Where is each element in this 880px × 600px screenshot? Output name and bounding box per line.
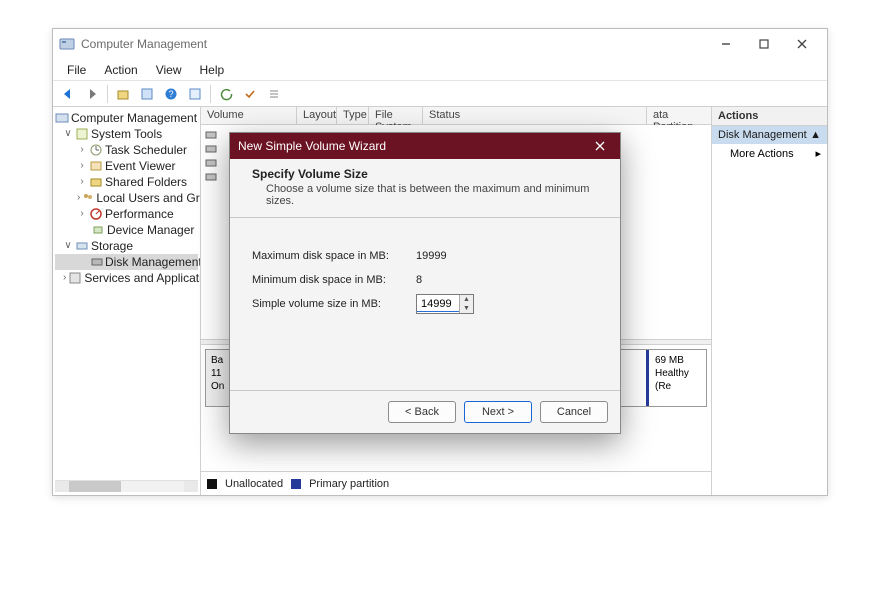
menu-view[interactable]: View (148, 61, 190, 79)
tree-disk-management[interactable]: Disk Management (55, 254, 198, 270)
menu-help[interactable]: Help (192, 61, 233, 79)
legend: Unallocated Primary partition (201, 471, 711, 495)
dialog-heading: Specify Volume Size (252, 167, 598, 181)
dialog-body: Maximum disk space in MB: 19999 Minimum … (230, 218, 620, 390)
max-space-label: Maximum disk space in MB: (252, 250, 416, 262)
back-button[interactable] (57, 83, 79, 105)
list-button[interactable] (263, 83, 285, 105)
tree-storage[interactable]: ∨ Storage (55, 238, 198, 254)
dialog-title: New Simple Volume Wizard (238, 139, 386, 153)
clock-icon (89, 143, 103, 157)
chevron-right-icon[interactable]: › (77, 174, 87, 190)
collapse-icon: ▲ (810, 129, 821, 141)
legend-unallocated: Unallocated (225, 478, 283, 490)
volume-icon (205, 157, 217, 172)
chevron-right-icon[interactable]: › (77, 142, 87, 158)
mmc-icon (59, 36, 75, 52)
volume-size-input[interactable] (417, 297, 459, 312)
disk-icon (91, 255, 103, 269)
chevron-right-icon[interactable]: › (63, 270, 66, 286)
minimize-button[interactable] (707, 30, 745, 58)
chevron-right-icon: ▸ (815, 147, 821, 160)
size-label: Simple volume size in MB: (252, 298, 416, 310)
mmc-icon (55, 111, 69, 125)
spin-down-button[interactable]: ▼ (460, 304, 473, 313)
next-button[interactable]: Next > (464, 401, 532, 423)
volume-icon (205, 129, 217, 144)
dialog-header: Specify Volume Size Choose a volume size… (230, 159, 620, 218)
col-type[interactable]: Type (337, 107, 369, 124)
chevron-right-icon[interactable]: › (77, 206, 87, 222)
toolbar: ? (53, 81, 827, 107)
properties-button[interactable] (184, 83, 206, 105)
volume-icon (205, 143, 217, 158)
column-headers: Volume Layout Type File System Status at… (201, 107, 711, 125)
chevron-right-icon[interactable]: › (77, 190, 80, 206)
dialog-footer: < Back Next > Cancel (230, 390, 620, 433)
unallocated-swatch (207, 479, 217, 489)
actions-header: Actions (712, 107, 827, 126)
tree-system-tools[interactable]: ∨ System Tools (55, 126, 198, 142)
legend-primary: Primary partition (309, 478, 389, 490)
col-status[interactable]: Status (423, 107, 647, 124)
volume-size-spinner[interactable]: ▲ ▼ (416, 294, 474, 314)
close-button[interactable] (783, 30, 821, 58)
actions-more[interactable]: More Actions ▸ (712, 144, 827, 163)
cancel-button[interactable]: Cancel (540, 401, 608, 423)
svg-text:?: ? (168, 89, 173, 99)
refresh-button[interactable] (215, 83, 237, 105)
back-button[interactable]: < Back (388, 401, 456, 423)
tree-local-users[interactable]: › Local Users and Groups (55, 190, 198, 206)
services-icon (68, 271, 82, 285)
tree-performance[interactable]: › Performance (55, 206, 198, 222)
storage-icon (75, 239, 89, 253)
tree-task-scheduler[interactable]: › Task Scheduler (55, 142, 198, 158)
tree-root[interactable]: Computer Management (Local) (55, 110, 198, 126)
min-space-label: Minimum disk space in MB: (252, 274, 416, 286)
volume-icon (205, 171, 217, 186)
forward-button[interactable] (81, 83, 103, 105)
menubar: File Action View Help (53, 59, 827, 81)
col-volume[interactable]: Volume (201, 107, 297, 124)
min-space-value: 8 (416, 274, 422, 286)
dialog-close-button[interactable] (588, 136, 612, 156)
wizard-dialog: New Simple Volume Wizard Specify Volume … (229, 132, 621, 434)
help-button[interactable]: ? (160, 83, 182, 105)
tree-device-manager[interactable]: Device Manager (55, 222, 198, 238)
titlebar: Computer Management (53, 29, 827, 59)
max-space-value: 19999 (416, 250, 447, 262)
chevron-down-icon[interactable]: ∨ (63, 126, 73, 142)
check-button[interactable] (239, 83, 261, 105)
device-icon (91, 223, 105, 237)
perf-icon (89, 207, 103, 221)
event-icon (89, 159, 103, 173)
dialog-titlebar: New Simple Volume Wizard (230, 133, 620, 159)
tree-event-viewer[interactable]: › Event Viewer (55, 158, 198, 174)
dialog-subheading: Choose a volume size that is between the… (252, 183, 598, 207)
menu-action[interactable]: Action (96, 61, 145, 79)
window-title: Computer Management (81, 37, 207, 51)
show-hide-button[interactable] (136, 83, 158, 105)
chevron-right-icon[interactable]: › (77, 158, 87, 174)
chevron-down-icon[interactable]: ∨ (63, 238, 73, 254)
users-icon (82, 191, 94, 205)
tree-services-apps[interactable]: › Services and Applications (55, 270, 198, 286)
partition-recovery[interactable]: 69 MB Healthy (Re (646, 350, 706, 406)
tree-horizontal-scrollbar[interactable] (55, 480, 198, 492)
folder-icon (89, 175, 103, 189)
actions-pane: Actions Disk Management ▲ More Actions ▸ (711, 107, 827, 495)
col-filesystem[interactable]: File System (369, 107, 423, 124)
spin-up-button[interactable]: ▲ (460, 295, 473, 304)
col-layout[interactable]: Layout (297, 107, 337, 124)
maximize-button[interactable] (745, 30, 783, 58)
actions-selected[interactable]: Disk Management ▲ (712, 126, 827, 144)
menu-file[interactable]: File (59, 61, 94, 79)
tree-pane: Computer Management (Local) ∨ System Too… (53, 107, 201, 495)
col-partition-extra[interactable]: ata Partition (647, 107, 711, 124)
tree-shared-folders[interactable]: › Shared Folders (55, 174, 198, 190)
tools-icon (75, 127, 89, 141)
primary-swatch (291, 479, 301, 489)
up-button[interactable] (112, 83, 134, 105)
